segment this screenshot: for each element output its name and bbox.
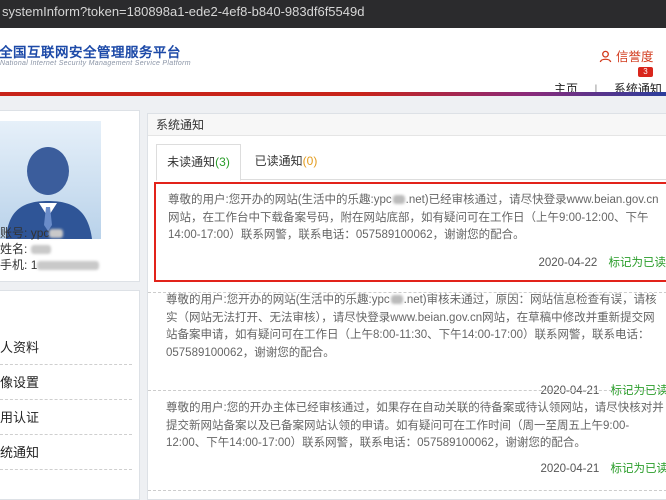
mark-as-read-link[interactable]: 标记为已读: [609, 257, 666, 269]
nav-system-notice[interactable]: 系统通知: [614, 80, 662, 97]
tab-unread-count: 3: [219, 155, 226, 169]
menu-item-system-notice[interactable]: 统通知: [0, 435, 132, 470]
site-logo-title[interactable]: 全国互联网安全管理服务平台: [0, 41, 181, 61]
notice-text: 尊敬的用户:您开办的网站(生活中的乐趣:ypc .net)已经审核通过，请尽快登录…: [168, 194, 659, 241]
avatar[interactable]: [0, 121, 101, 239]
redacted-mark: [30, 245, 51, 254]
menu-item-profile[interactable]: 人资料: [0, 330, 132, 365]
default-avatar-icon: [0, 121, 101, 239]
notice-panel: 系统通知 未读通知(3) 已读通知(0) 尊敬的用户:您开办的网站(生活中的乐趣…: [147, 113, 666, 500]
profile-card: 账号: ypc 姓名: 手机: 1: [0, 110, 140, 282]
notice-footer: 2020-04-21 标记为已读: [540, 461, 666, 479]
mark-as-read-link[interactable]: 标记为已读: [611, 463, 666, 475]
name-label: 姓名:: [0, 242, 28, 256]
menu-item-avatar-settings[interactable]: 像设置: [0, 365, 132, 400]
top-navigation: 主页 | 系统通知 |: [554, 80, 666, 97]
left-sidebar: 账号: ypc 姓名: 手机: 1 人资料 像设置 用认证 统通知: [0, 110, 140, 500]
account-label: 账号:: [0, 226, 28, 240]
divider: [148, 490, 666, 491]
credit-badge: 3: [638, 67, 653, 77]
phone-label: 手机:: [0, 258, 28, 272]
notice-item: 尊敬的用户:您的开办主体已经审核通过，如果存在自动关联的待备案或待认领网站，请尽…: [154, 392, 666, 492]
account-row: 账号: ypc: [0, 225, 99, 241]
nav-separator: |: [594, 82, 598, 96]
menu-item-authentication[interactable]: 用认证: [0, 400, 132, 435]
nav-home[interactable]: 主页: [554, 80, 578, 97]
name-row: 姓名:: [0, 241, 99, 257]
site-logo-subtitle: National Internet Security Management Se…: [0, 60, 191, 67]
account-value: ypc: [30, 226, 50, 240]
notice-text: 尊敬的用户:您的开办主体已经审核通过，如果存在自动关联的待备案或待认领网站，请尽…: [166, 402, 664, 449]
phone-row: 手机: 1: [0, 257, 100, 273]
browser-url-bar[interactable]: systemInform?token=180898a1-ede2-4ef8-b8…: [0, 0, 666, 28]
notice-text: 尊敬的用户:您开办的网站(生活中的乐趣:ypc .net)审核未通过，原因：网站信…: [166, 294, 657, 359]
credit-link[interactable]: 信誉度: [599, 46, 654, 65]
panel-title: 系统通知: [148, 114, 666, 136]
phone-value: 1: [30, 258, 38, 272]
notice-tabs: 未读通知(3) 已读通知(0): [156, 144, 666, 181]
notice-item: 尊敬的用户:您开办的网站(生活中的乐趣:ypc .net)已经审核通过，请尽快登录…: [154, 182, 666, 282]
notice-date: 2020-04-21: [540, 462, 600, 475]
tab-read-label: 已读通知: [254, 154, 303, 168]
notice-footer: 2020-04-22 标记为已读: [538, 255, 666, 273]
user-icon: [599, 50, 612, 63]
notice-date: 2020-04-22: [538, 256, 598, 269]
tab-read[interactable]: 已读通知(0): [251, 144, 321, 181]
url-text: systemInform?token=180898a1-ede2-4ef8-b8…: [2, 4, 365, 19]
credit-label: 信誉度: [616, 50, 654, 64]
notice-item: 尊敬的用户:您开办的网站(生活中的乐趣:ypc .net)审核未通过，原因：网站信…: [154, 284, 666, 397]
redacted-mark: [390, 295, 403, 304]
side-menu: 人资料 像设置 用认证 统通知: [0, 290, 140, 500]
divider: [148, 390, 666, 391]
redacted-mark: [49, 229, 64, 238]
tab-unread-label: 未读通知: [167, 155, 216, 169]
tab-unread[interactable]: 未读通知(3): [156, 144, 241, 181]
redacted-mark: [37, 261, 100, 270]
profile-info: 账号: ypc 姓名: 手机: 1: [0, 225, 100, 273]
redacted-mark: [392, 195, 405, 204]
site-header: 全国互联网安全管理服务平台 National Internet Security…: [0, 28, 666, 96]
